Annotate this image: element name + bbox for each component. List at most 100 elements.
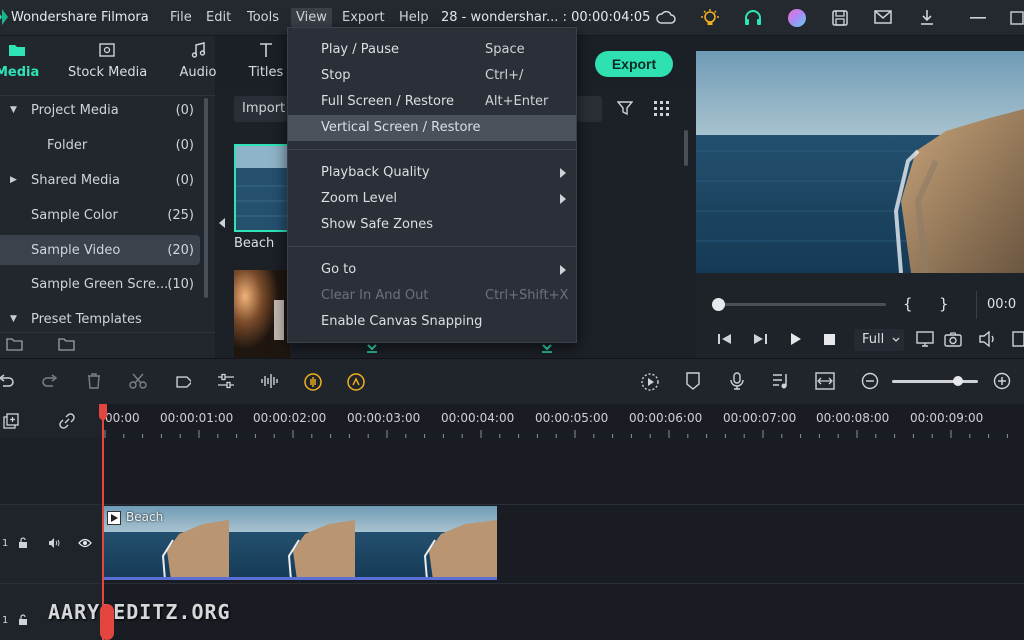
prev-frame-icon[interactable] [718,333,732,345]
tab-audio[interactable]: Audio [176,42,220,80]
media-thumb-video-2[interactable] [234,270,290,358]
speaker-icon[interactable] [48,537,60,549]
time-ruler[interactable]: 00:00 00:00:01:00 00:00:02:00 00:00:03:0… [103,404,1024,438]
tree-item-sample-green-screen[interactable]: Sample Green Scre... (10) [0,270,200,298]
volume-icon[interactable] [979,331,997,347]
export-button[interactable]: Export [595,51,673,77]
bulb-icon[interactable] [700,8,720,28]
view-dropdown-menu: Play / Pause Space Stop Ctrl+/ Full Scre… [287,27,577,343]
save-icon[interactable] [831,9,849,27]
zoom-slider-track[interactable] [892,380,978,383]
render-icon[interactable] [640,372,660,392]
headset-icon[interactable] [743,8,763,28]
microphone-icon[interactable] [729,372,745,390]
next-frame-icon[interactable] [753,333,767,345]
tree-item-preset-templates[interactable]: ▼ Preset Templates [0,305,200,333]
tree-scrollbar[interactable] [204,98,208,298]
eye-icon[interactable] [78,538,92,548]
download-arrow-icon[interactable] [541,343,553,353]
media-thumb-beach[interactable] [234,144,290,232]
menu-item-label: Playback Quality [321,165,430,180]
menu-tools[interactable]: Tools [247,10,279,25]
menu-file[interactable]: File [170,10,192,25]
adjust-icon[interactable] [217,373,235,389]
menu-item-vertical-screen[interactable]: Vertical Screen / Restore [288,115,576,141]
menu-edit[interactable]: Edit [206,10,231,25]
menu-item-zoom-level[interactable]: Zoom Level [288,186,576,212]
add-track-icon[interactable] [3,413,19,429]
audio-waveform-icon[interactable] [260,373,278,389]
text-t-icon [244,42,288,58]
menu-item-full-screen[interactable]: Full Screen / Restore Alt+Enter [288,89,576,115]
filter-icon[interactable] [617,100,633,116]
marker-icon[interactable] [685,372,701,390]
tree-item-shared-media[interactable]: ▶ Shared Media (0) [0,166,200,194]
menu-help[interactable]: Help [399,10,429,25]
menu-item-go-to[interactable]: Go to [288,257,576,283]
menu-export[interactable]: Export [342,10,385,25]
menu-item-play-pause[interactable]: Play / Pause Space [288,37,576,63]
tab-titles[interactable]: Titles [244,42,288,80]
tag-icon[interactable] [173,373,191,391]
tab-stock-media[interactable]: Stock Media [68,42,147,80]
tree-item-project-media[interactable]: ▼ Project Media (0) [0,96,200,124]
timeline: 00:00 00:00:01:00 00:00:02:00 00:00:03:0… [0,404,1024,640]
cloud-icon[interactable] [656,9,676,25]
mark-in-button[interactable]: { [903,295,913,313]
tree-item-label: Project Media [31,102,119,118]
link-icon[interactable] [59,413,75,429]
quality-dropdown[interactable]: Full [854,329,904,351]
ruler-label: 00:00:08:00 [816,411,890,425]
menu-view[interactable]: View [291,8,332,27]
undo-icon[interactable] [0,374,14,388]
avatar-icon[interactable] [787,8,807,28]
tree-item-sample-video[interactable]: Sample Video (20) [0,235,200,265]
zoom-in-icon[interactable] [993,372,1011,390]
monitor-icon[interactable] [916,331,934,347]
folder-icon[interactable] [58,337,76,351]
fullscreen-icon[interactable] [1012,331,1024,347]
speed-icon[interactable] [346,372,366,392]
playhead-handle[interactable] [99,404,107,420]
zoom-out-icon[interactable] [861,372,879,390]
camera-icon[interactable] [944,331,962,347]
stop-icon[interactable] [824,334,835,345]
ai-audio-icon[interactable] [303,372,323,392]
menu-item-shortcut: Alt+Enter [485,94,549,109]
delete-icon[interactable] [86,373,102,389]
tree-item-label: Sample Color [31,207,118,223]
fit-timeline-icon[interactable] [815,372,835,390]
scissors-icon[interactable] [129,373,147,389]
tree-item-folder[interactable]: Folder (0) [0,131,200,159]
new-folder-icon[interactable] [6,337,24,351]
scrub-handle[interactable] [712,298,725,311]
menu-item-stop[interactable]: Stop Ctrl+/ [288,63,576,89]
mark-out-button[interactable]: } [939,295,949,313]
menu-item-label: Zoom Level [321,191,397,206]
tab-media[interactable]: Media [0,42,39,80]
playhead-bottom-handle[interactable] [100,604,114,640]
lock-icon[interactable] [18,537,28,549]
lock-icon[interactable] [18,614,28,626]
menu-item-show-safe-zones[interactable]: Show Safe Zones [288,212,576,238]
video-clip-beach[interactable]: Beach [103,506,497,580]
menu-item-label: Vertical Screen / Restore [321,120,481,135]
import-button[interactable]: Import [234,96,294,122]
image-icon [68,42,146,58]
audio-mixer-icon[interactable] [772,372,790,390]
download-icon[interactable] [918,8,936,26]
menu-item-enable-canvas-snapping[interactable]: Enable Canvas Snapping [288,309,576,335]
play-icon[interactable] [790,332,802,346]
media-scrollbar[interactable] [684,130,688,166]
collapse-arrow-icon[interactable] [218,218,226,228]
menu-item-playback-quality[interactable]: Playback Quality [288,160,576,186]
tree-item-sample-color[interactable]: Sample Color (25) [0,201,200,229]
redo-icon[interactable] [42,374,58,388]
grid-view-icon[interactable] [654,101,669,116]
minimize-icon[interactable] [970,17,986,19]
mail-icon[interactable] [874,10,892,24]
restore-icon[interactable] [1010,10,1024,26]
zoom-slider-handle[interactable] [953,376,963,386]
download-arrow-icon[interactable] [366,343,378,353]
scrub-track[interactable] [720,303,886,306]
